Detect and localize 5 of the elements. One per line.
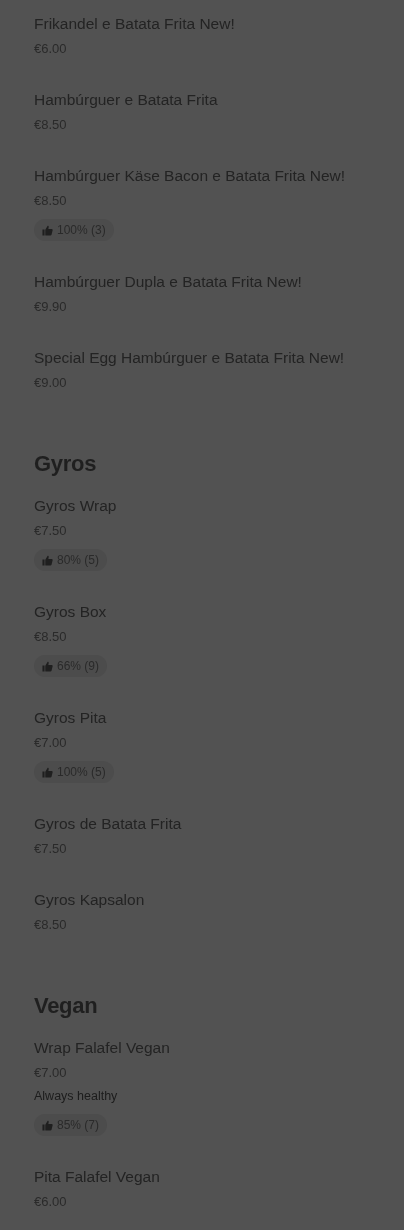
thumbs-up-icon: [42, 1119, 53, 1131]
thumbs-up-icon: [42, 224, 53, 236]
thumbs-up-icon: [42, 660, 53, 672]
thumbs-up-icon: [42, 766, 53, 778]
thumbs-up-icon: [42, 554, 53, 566]
